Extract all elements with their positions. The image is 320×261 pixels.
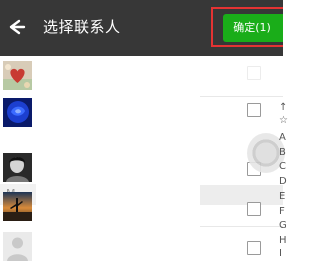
row-checkbox[interactable] <box>247 202 261 216</box>
contact-avatar[interactable] <box>3 98 32 127</box>
index-item-b[interactable]: B <box>279 147 286 159</box>
index-item-f[interactable]: F <box>279 206 285 218</box>
index-item-e[interactable]: E <box>279 191 285 203</box>
index-item-c[interactable]: C <box>279 161 286 173</box>
avatar-blue-rose-image <box>3 98 32 127</box>
row-checkbox[interactable] <box>247 241 261 255</box>
row-checkbox[interactable] <box>247 103 261 117</box>
contact-list[interactable]: M <box>0 56 288 261</box>
back-arrow-icon[interactable] <box>5 14 27 40</box>
row-divider <box>200 96 283 97</box>
index-item-h[interactable]: H <box>279 235 287 247</box>
row-divider <box>200 226 283 227</box>
confirm-button[interactable]: 确定(1) <box>223 14 283 42</box>
avatar-portrait-image <box>3 153 32 182</box>
avatar-sunset-image <box>3 192 32 221</box>
page-title: 选择联系人 <box>43 18 121 36</box>
section-divider-band <box>200 185 283 205</box>
contact-avatar[interactable] <box>3 153 32 182</box>
index-item-a[interactable]: A <box>279 132 286 144</box>
avatar-heart-image <box>3 61 32 90</box>
index-item-i[interactable]: I <box>279 248 282 260</box>
contact-avatar-default[interactable] <box>3 232 32 261</box>
index-item-g[interactable]: G <box>279 220 287 232</box>
index-item-up[interactable]: ↑ <box>279 102 287 114</box>
index-item-star[interactable]: ☆ <box>279 115 288 127</box>
row-checkbox[interactable] <box>247 66 261 80</box>
index-item-d[interactable]: D <box>279 176 287 188</box>
contact-avatar[interactable] <box>3 192 32 221</box>
default-user-icon <box>3 232 32 261</box>
contact-avatar[interactable] <box>3 61 32 90</box>
